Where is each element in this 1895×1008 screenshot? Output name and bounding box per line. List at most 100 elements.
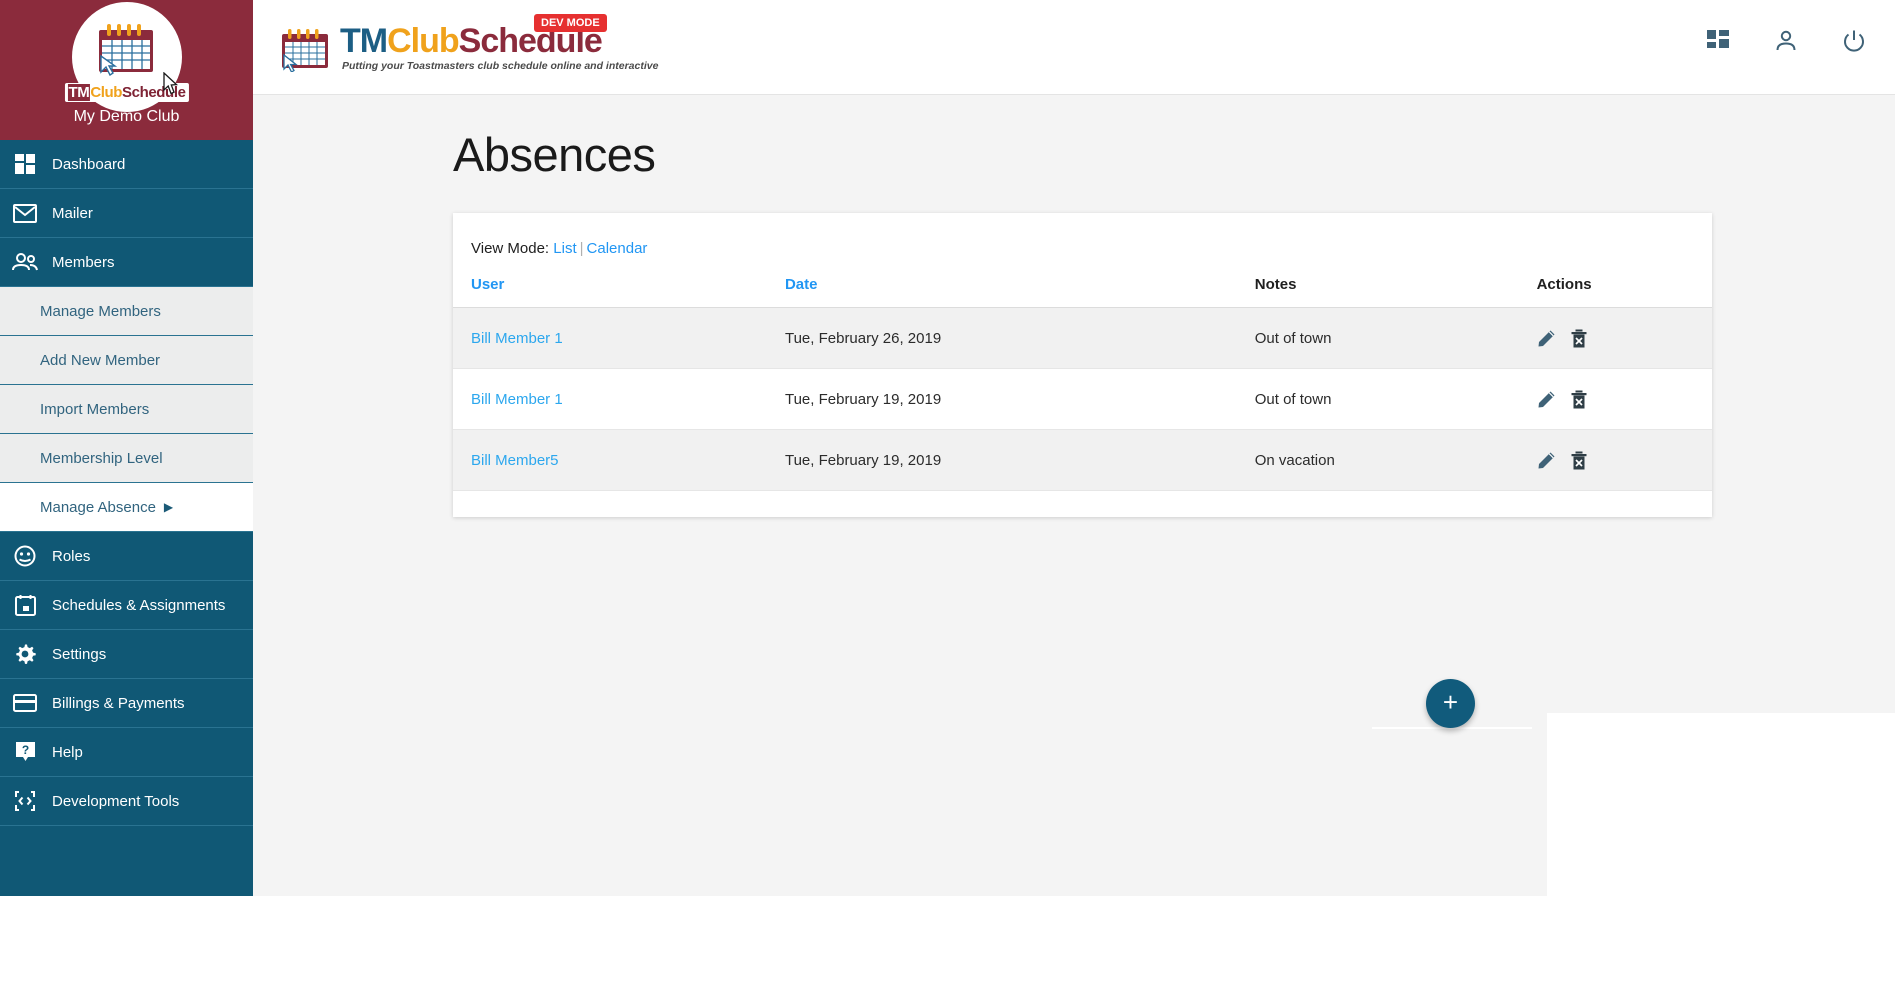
table-header-user[interactable]: User	[453, 276, 785, 308]
sidebar-item-label: Schedules & Assignments	[52, 596, 226, 614]
brand-wordmark-tm: TM	[67, 84, 91, 101]
calendar-icon	[10, 593, 40, 617]
edit-pencil-icon[interactable]	[1537, 389, 1557, 409]
cell-date: Tue, February 19, 2019	[784, 429, 1255, 491]
sidebar-subitem-label: Add New Member	[40, 351, 161, 369]
page-title: Absences	[453, 128, 656, 181]
cell-user: Bill Member 1	[453, 368, 785, 430]
sidebar-item-members[interactable]: Members	[0, 238, 253, 287]
table-header-notes: Notes	[1254, 276, 1537, 308]
cell-actions	[1536, 429, 1712, 491]
cell-actions	[1536, 307, 1712, 369]
plus-icon: +	[1442, 687, 1459, 717]
sidebar-item-mailer[interactable]: Mailer	[0, 189, 253, 238]
absences-card: View Mode: List | Calendar User Date Notes…	[453, 213, 1712, 517]
gear-icon	[10, 642, 40, 666]
dashboard-grid-icon[interactable]	[1705, 28, 1731, 54]
user-link[interactable]: Bill Member 1	[471, 330, 563, 347]
envelope-icon	[10, 201, 40, 225]
sidebar-subitem-add-new-member[interactable]: Add New Member	[0, 336, 253, 385]
view-mode-list-link[interactable]: List	[553, 240, 576, 257]
sidebar-item-label: Help	[52, 743, 83, 761]
sidebar-item-label: Development Tools	[52, 792, 180, 810]
cell-user: Bill Member 1	[453, 307, 785, 369]
top-header: TMClubSchedule Putting your Toastmasters…	[253, 0, 1895, 95]
power-logout-icon[interactable]	[1841, 28, 1867, 54]
view-mode-label: View Mode:	[471, 240, 550, 257]
user-account-icon[interactable]	[1773, 28, 1799, 54]
delete-trash-icon[interactable]	[1569, 450, 1589, 470]
brand-wordmark-schedule: Schedule	[122, 84, 186, 101]
dashboard-grid-icon	[10, 152, 40, 176]
cell-notes: Out of town	[1254, 368, 1537, 430]
cell-actions	[1536, 368, 1712, 430]
brand-wordmark-club: Club	[90, 84, 123, 101]
sidebar: TMClubSchedule My Demo Club Dashboard Ma…	[0, 0, 253, 896]
table-head: User Date Notes Actions	[453, 276, 1712, 308]
table-row: Bill Member 1 Tue, February 26, 2019 Out…	[453, 307, 1712, 369]
role-face-icon	[10, 544, 40, 568]
chevron-right-icon: ▶	[163, 500, 174, 514]
header-icon-group	[1705, 28, 1867, 54]
sidebar-item-roles[interactable]: Roles	[0, 532, 253, 581]
header-logo[interactable]: TMClubSchedule Putting your Toastmasters…	[278, 10, 658, 84]
table-header-actions: Actions	[1536, 276, 1712, 308]
header-logo-club: Club	[387, 22, 460, 60]
people-icon	[10, 250, 40, 274]
credit-card-icon	[10, 691, 40, 715]
table-row: Bill Member5 Tue, February 19, 2019 On v…	[453, 429, 1712, 491]
user-link[interactable]: Bill Member5	[471, 452, 559, 469]
cell-notes: On vacation	[1254, 429, 1537, 491]
brand-block[interactable]: TMClubSchedule My Demo Club	[0, 0, 253, 140]
sidebar-item-label: Settings	[52, 645, 107, 663]
sidebar-subitem-label: Manage Absence	[40, 498, 156, 516]
question-help-icon: ?	[10, 740, 40, 764]
sidebar-item-help[interactable]: ? Help	[0, 728, 253, 777]
table-header-row: User Date Notes Actions	[453, 276, 1712, 308]
sidebar-item-label: Members	[52, 253, 115, 271]
sidebar-subitem-label: Import Members	[40, 400, 150, 418]
sidebar-item-settings[interactable]: Settings	[0, 630, 253, 679]
cell-user: Bill Member5	[453, 429, 785, 491]
absences-table: User Date Notes Actions Bill Member 1 Tu…	[453, 276, 1712, 491]
row-actions	[1537, 328, 1712, 348]
header-logo-tm: TM	[340, 22, 388, 60]
sidebar-subitem-manage-members[interactable]: Manage Members	[0, 287, 253, 336]
table-header-date[interactable]: Date	[784, 276, 1255, 308]
club-name: My Demo Club	[73, 108, 180, 125]
user-link[interactable]: Bill Member 1	[471, 391, 563, 408]
row-actions	[1537, 450, 1712, 470]
view-mode-bar: View Mode: List | Calendar	[453, 231, 1712, 257]
delete-trash-icon[interactable]	[1569, 328, 1589, 348]
table-row: Bill Member 1 Tue, February 19, 2019 Out…	[453, 368, 1712, 430]
sidebar-item-schedules-assignments[interactable]: Schedules & Assignments	[0, 581, 253, 630]
sidebar-item-dashboard[interactable]: Dashboard	[0, 140, 253, 189]
sidebar-item-label: Billings & Payments	[52, 694, 185, 712]
edit-pencil-icon[interactable]	[1537, 450, 1557, 470]
code-brackets-icon	[10, 789, 40, 813]
sidebar-item-label: Mailer	[52, 204, 93, 222]
brand-wordmark: TMClubSchedule	[64, 83, 189, 102]
sidebar-item-label: Dashboard	[52, 155, 126, 173]
cell-notes: Out of town	[1254, 307, 1537, 369]
table-body: Bill Member 1 Tue, February 26, 2019 Out…	[453, 307, 1712, 491]
sidebar-subitem-import-members[interactable]: Import Members	[0, 385, 253, 434]
white-overlay-patch	[1547, 713, 1895, 896]
cell-date: Tue, February 26, 2019	[784, 307, 1255, 369]
sidebar-subitem-label: Membership Level	[40, 449, 163, 467]
cell-date: Tue, February 19, 2019	[784, 368, 1255, 430]
svg-text:?: ?	[21, 743, 28, 757]
view-mode-separator: |	[579, 240, 584, 257]
sidebar-item-billings-payments[interactable]: Billings & Payments	[0, 679, 253, 728]
edit-pencil-icon[interactable]	[1537, 328, 1557, 348]
sidebar-item-development-tools[interactable]: Development Tools	[0, 777, 253, 826]
calendar-icon	[98, 24, 153, 76]
delete-trash-icon[interactable]	[1569, 389, 1589, 409]
dev-mode-badge: DEV MODE	[534, 14, 607, 32]
app-root: TMClubSchedule My Demo Club Dashboard Ma…	[0, 0, 1895, 896]
sidebar-subitem-manage-absence[interactable]: Manage Absence ▶	[0, 483, 253, 532]
row-actions	[1537, 389, 1712, 409]
add-absence-button[interactable]: +	[1426, 679, 1475, 728]
sidebar-subitem-membership-level[interactable]: Membership Level	[0, 434, 253, 483]
view-mode-calendar-link[interactable]: Calendar	[587, 240, 648, 257]
